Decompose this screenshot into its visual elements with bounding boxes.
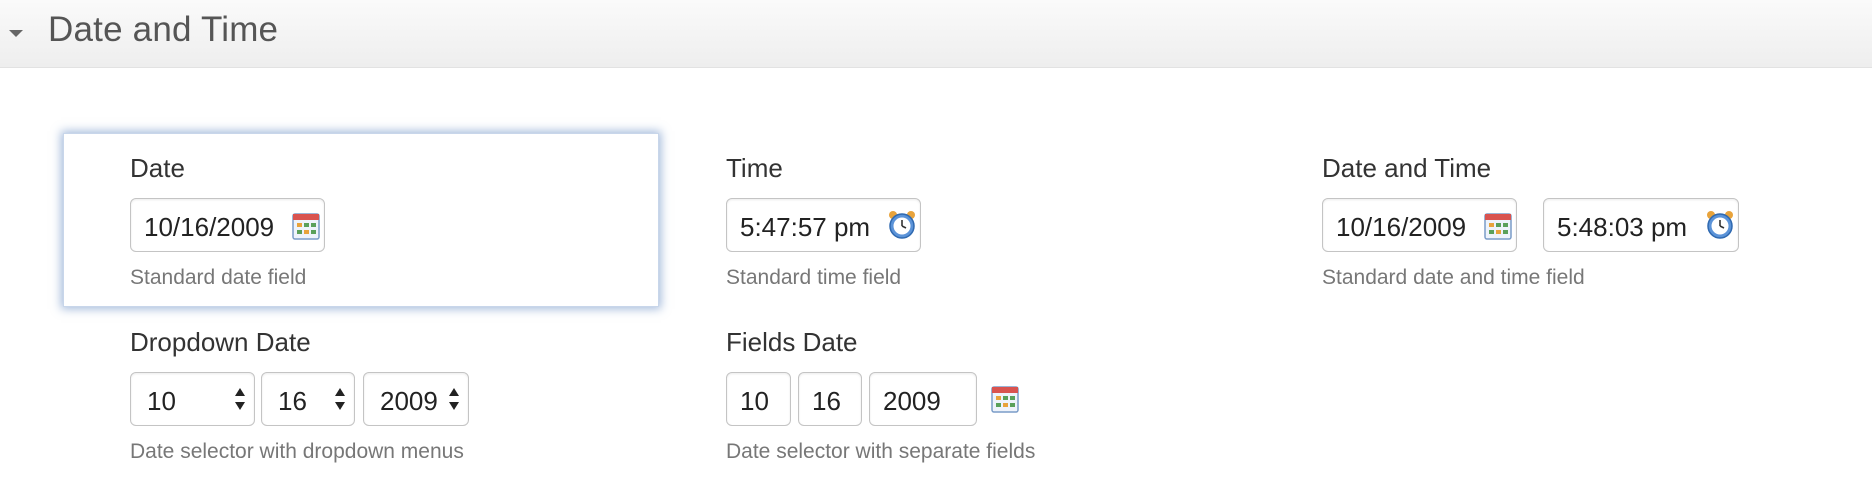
year-field-value: 2009: [883, 386, 941, 416]
datetime-time-input[interactable]: 5:48:03 pm: [1543, 198, 1739, 252]
year-field[interactable]: 2009: [869, 372, 977, 426]
datetime-label: Date and Time: [1322, 153, 1492, 183]
up-down-arrows-icon: [335, 388, 345, 410]
time-label: Time: [726, 153, 783, 183]
caret-down-icon[interactable]: [9, 30, 23, 37]
dropdown-date-hint: Date selector with dropdown menus: [130, 440, 464, 463]
up-down-arrows-icon: [235, 388, 245, 410]
fields-date-hint: Date selector with separate fields: [726, 440, 1036, 463]
date-hint: Standard date field: [130, 266, 307, 289]
alarm-clock-icon[interactable]: [1705, 210, 1735, 240]
month-select-value: 10: [147, 386, 176, 416]
year-select[interactable]: 2009: [363, 372, 469, 426]
datetime-hint: Standard date and time field: [1322, 266, 1585, 289]
month-field[interactable]: 10: [726, 372, 791, 426]
up-down-arrows-icon: [449, 388, 459, 410]
time-input-value: 5:47:57 pm: [740, 212, 871, 242]
dropdown-date-label: Dropdown Date: [130, 327, 311, 357]
date-input[interactable]: 10/16/2009: [130, 198, 325, 252]
day-select-value: 16: [278, 386, 307, 416]
section-header[interactable]: Date and Time: [0, 0, 1872, 68]
section-title: Date and Time: [48, 10, 279, 49]
datetime-date-input[interactable]: 10/16/2009: [1322, 198, 1517, 252]
time-input[interactable]: 5:47:57 pm: [726, 198, 921, 252]
fields-date-label: Fields Date: [726, 327, 858, 357]
year-select-value: 2009: [380, 386, 438, 416]
datetime-time-value: 5:48:03 pm: [1557, 212, 1688, 242]
month-select[interactable]: 10: [130, 372, 255, 426]
time-hint: Standard time field: [726, 266, 902, 289]
calendar-icon[interactable]: [990, 384, 1020, 414]
day-field[interactable]: 16: [798, 372, 862, 426]
datetime-date-value: 10/16/2009: [1336, 212, 1467, 242]
day-field-value: 16: [812, 386, 841, 416]
calendar-icon[interactable]: [1483, 211, 1513, 241]
calendar-icon[interactable]: [291, 211, 321, 241]
day-select[interactable]: 16: [261, 372, 355, 426]
date-input-value: 10/16/2009: [144, 212, 275, 242]
month-field-value: 10: [740, 386, 769, 416]
date-label: Date: [130, 153, 185, 183]
alarm-clock-icon[interactable]: [887, 210, 917, 240]
